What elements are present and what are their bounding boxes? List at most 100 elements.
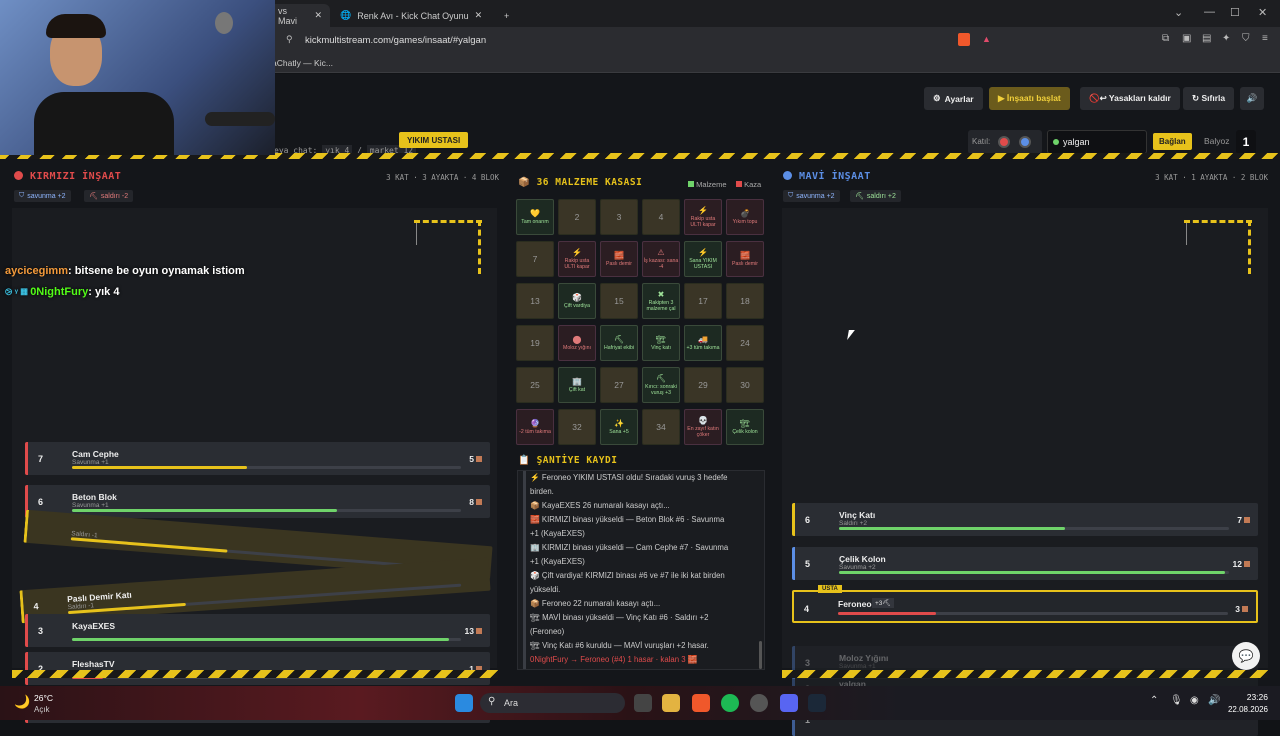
extensions-icon[interactable]: ⧉: [1162, 33, 1169, 44]
chest-cell[interactable]: 💀 En zayıf katın çöker: [684, 409, 722, 445]
chest-cell[interactable]: 🏗 Vinç katı: [642, 325, 680, 361]
chest-cell[interactable]: ⚡ Rakip usta ULTI kapar: [684, 199, 722, 235]
chest-cell-label: 13: [530, 296, 540, 306]
close-window-icon[interactable]: ✕: [1258, 6, 1267, 19]
red-team-stats: 3 KAT · 3 AYAKTA · 4 BLOK: [386, 173, 499, 182]
chest-cell[interactable]: ⬤ Moloz yığını: [558, 325, 596, 361]
chest-cell[interactable]: 🏗 Çelik kolon: [726, 409, 764, 445]
unban-button[interactable]: 🚫↩ Yasakları kaldır: [1080, 87, 1180, 110]
chest-cell[interactable]: 30: [726, 367, 764, 403]
floor-effect: Savunma +1: [72, 502, 109, 509]
chest-cell[interactable]: 🧱 Paslı demir: [726, 241, 764, 277]
chest-cell[interactable]: 🧱 Paslı demir: [600, 241, 638, 277]
start-build-button[interactable]: ▶ İnşaatı başlat: [989, 87, 1070, 110]
chest-cell-icon: 🔮: [530, 419, 540, 428]
brave-icon[interactable]: [692, 694, 710, 712]
task-view-icon[interactable]: [634, 694, 652, 712]
maximize-icon[interactable]: ☐: [1230, 6, 1240, 19]
vpn-icon[interactable]: ⛉: [1242, 33, 1250, 44]
windows-start-icon[interactable]: [455, 694, 473, 712]
chest-cell[interactable]: 27: [600, 367, 638, 403]
tab-list-icon[interactable]: ⌄: [1174, 6, 1183, 19]
microphone-icon[interactable]: 🎙: [1170, 695, 1183, 706]
chest-cell[interactable]: 24: [726, 325, 764, 361]
site-info-icon[interactable]: ⚲: [286, 34, 293, 45]
join-blue-button[interactable]: [1019, 136, 1031, 148]
chest-cell[interactable]: 34: [642, 409, 680, 445]
new-tab-button[interactable]: +: [496, 4, 516, 27]
floor-effect: Savunma +2: [839, 564, 876, 571]
floor-number: 7: [38, 454, 44, 464]
connect-button[interactable]: Bağlan: [1153, 133, 1192, 150]
file-explorer-icon[interactable]: [662, 694, 680, 712]
sidebar-icon[interactable]: ▣: [1182, 33, 1191, 44]
url-field[interactable]: kickmultistream.com/games/insaat/#yalgan: [305, 35, 486, 46]
red-floor-row[interactable]: 2 FleshasTV 1: [25, 652, 490, 685]
log-line: 0NightFury → Feroneo (#4) 1 hasar · kala…: [530, 655, 698, 664]
chest-cell[interactable]: 32: [558, 409, 596, 445]
bookmark-item[interactable]: aChatly — Kic...: [272, 58, 333, 68]
chest-cell[interactable]: 18: [726, 283, 764, 319]
chest-cell[interactable]: ✖ Rakipten 3 malzeme çal: [642, 283, 680, 319]
chest-cell[interactable]: 🏢 Çift kat: [558, 367, 596, 403]
wallet-icon[interactable]: ▤: [1202, 33, 1211, 44]
menu-icon[interactable]: ≡: [1262, 33, 1268, 44]
network-icon[interactable]: ◉: [1190, 695, 1199, 706]
chest-cell[interactable]: 4: [642, 199, 680, 235]
brave-shield-icon[interactable]: [958, 33, 970, 46]
chest-cell[interactable]: ⛏ Hafriyat ekibi: [600, 325, 638, 361]
tray-chevron-icon[interactable]: ⌃: [1150, 695, 1158, 706]
chest-cell[interactable]: 25: [516, 367, 554, 403]
reset-button[interactable]: ↻ Sıfırla: [1183, 87, 1235, 110]
sound-button[interactable]: 🔊: [1240, 87, 1264, 110]
rewards-icon[interactable]: ▲: [982, 34, 991, 44]
chest-cell[interactable]: 💛 Tam onarım: [516, 199, 554, 235]
chest-cell[interactable]: 7: [516, 241, 554, 277]
chest-cell[interactable]: ⛏ Kırıcı: sonraki vuruş +3: [642, 367, 680, 403]
chest-cell[interactable]: 💣 Yıkım topu: [726, 199, 764, 235]
chest-cell[interactable]: 🔮 -2 tüm takıma: [516, 409, 554, 445]
taskbar-search[interactable]: ⚲ Ara: [480, 693, 625, 713]
chest-cell[interactable]: 17: [684, 283, 722, 319]
chest-cell[interactable]: 🚚 +3 tüm takıma: [684, 325, 722, 361]
chest-cell-icon: 💣: [740, 209, 750, 218]
chest-cell[interactable]: ⚠ İş kazası: sana -4: [642, 241, 680, 277]
chest-cell[interactable]: 13: [516, 283, 554, 319]
red-floor-row[interactable]: 6 Beton Blok Savunma +1 8: [25, 485, 490, 518]
chest-cell-icon: 🎲: [572, 293, 582, 302]
red-floor-row[interactable]: 7 Cam Cephe Savunma +1 5: [25, 442, 490, 475]
chest-cell[interactable]: 2: [558, 199, 596, 235]
chest-cell[interactable]: 19: [516, 325, 554, 361]
blue-floor-row[interactable]: 6 Vinç Katı Saldırı +2 7: [792, 503, 1258, 536]
discord-icon[interactable]: [780, 694, 798, 712]
blue-team-dot: [783, 171, 792, 180]
chest-cell[interactable]: 🎲 Çift vardiya: [558, 283, 596, 319]
clock-time[interactable]: 23:26: [1228, 692, 1268, 702]
blue-floor-row[interactable]: 5 Çelik Kolon Savunma +2 12: [792, 547, 1258, 580]
chest-cell-icon: 🏢: [572, 377, 582, 386]
leo-icon[interactable]: ✦: [1222, 33, 1230, 44]
chest-cell[interactable]: 15: [600, 283, 638, 319]
tab-game[interactable]: vs Mavi ✕: [270, 4, 330, 27]
gear-icon: ⚙: [933, 93, 941, 103]
close-icon[interactable]: ✕: [314, 10, 322, 21]
spotify-icon[interactable]: [721, 694, 739, 712]
github-icon[interactable]: [750, 694, 768, 712]
channel-input[interactable]: yalgan: [1047, 130, 1147, 154]
settings-button[interactable]: ⚙ Ayarlar: [924, 87, 983, 110]
chest-cell[interactable]: ✨ Sana +5: [600, 409, 638, 445]
blue-floor-row[interactable]: 4 Feroneo USTA +3⛏ 3: [792, 585, 1258, 623]
chest-cell[interactable]: 3: [600, 199, 638, 235]
chest-cell[interactable]: ⚡ Rakip usta ULTI kapar: [558, 241, 596, 277]
close-icon[interactable]: ✕: [475, 10, 483, 21]
chest-cell[interactable]: ⚡ Sana YIKIM USTASI: [684, 241, 722, 277]
chat-bubble-button[interactable]: 💬: [1232, 642, 1260, 670]
log-panel[interactable]: ⚡ Feroneo YIKIM USTASI oldu! Sıradaki vu…: [517, 470, 765, 670]
chest-cell[interactable]: 29: [684, 367, 722, 403]
clock-date[interactable]: 22.08.2026: [1218, 705, 1268, 714]
tab-renk-avi[interactable]: 🌐 Renk Avı - Kick Chat Oyunu ✕: [332, 4, 492, 27]
red-floor-row[interactable]: 3 KayaEXES 13: [25, 614, 490, 647]
steam-icon[interactable]: [808, 694, 826, 712]
minimize-icon[interactable]: —: [1204, 6, 1215, 18]
join-red-button[interactable]: [998, 136, 1010, 148]
